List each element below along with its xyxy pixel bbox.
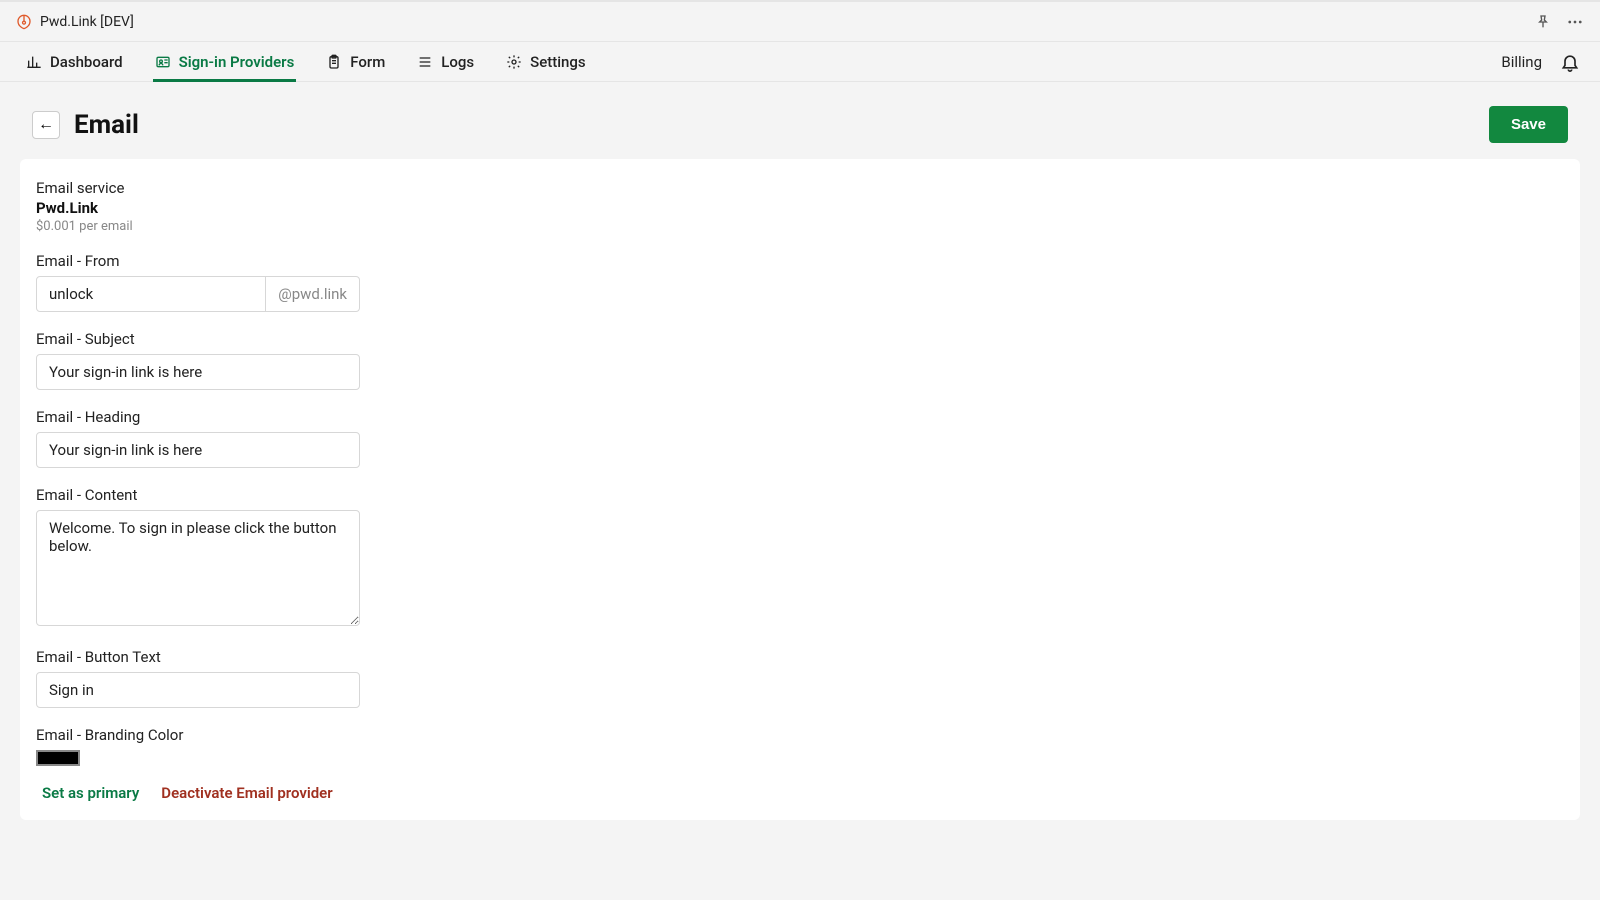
bell-icon[interactable] [1560,52,1580,72]
label-branding-color: Email - Branding Color [36,726,360,744]
input-email-button-text[interactable] [36,672,360,708]
label-email-heading: Email - Heading [36,408,360,426]
field-email-heading: Email - Heading [36,408,360,468]
field-email-button-text: Email - Button Text [36,648,360,708]
brand-icon [16,14,32,30]
email-from-domain-suffix: @pwd.link [266,276,360,312]
field-email-from: Email - From @pwd.link [36,252,360,312]
field-email-content: Email - Content [36,486,360,630]
set-as-primary-link[interactable]: Set as primary [42,784,139,802]
label-email-content: Email - Content [36,486,360,504]
more-icon[interactable] [1566,13,1584,31]
service-label: Email service [36,179,1564,197]
tab-dashboard[interactable]: Dashboard [10,42,139,81]
input-email-subject[interactable] [36,354,360,390]
tab-form[interactable]: Form [310,42,401,81]
service-price: $0.001 per email [36,219,1564,234]
billing-link[interactable]: Billing [1501,53,1542,71]
field-branding-color: Email - Branding Color [36,726,360,766]
email-provider-card: Email service Pwd.Link $0.001 per email … [20,159,1580,820]
save-button[interactable]: Save [1489,106,1568,143]
label-email-from: Email - From [36,252,360,270]
app-title: Pwd.Link [DEV] [40,14,134,30]
id-card-icon [155,54,171,70]
input-email-content[interactable] [36,510,360,626]
input-email-from[interactable] [36,276,266,312]
tab-label: Settings [530,53,586,71]
page-title: Email [74,110,139,140]
pin-icon[interactable] [1534,13,1552,31]
deactivate-provider-link[interactable]: Deactivate Email provider [161,784,332,802]
clipboard-icon [326,54,342,70]
field-email-subject: Email - Subject [36,330,360,390]
main-nav: Dashboard Sign-in Providers Form Logs [0,42,1600,82]
bar-chart-icon [26,54,42,70]
tab-label: Dashboard [50,53,123,71]
tab-logs[interactable]: Logs [401,42,490,81]
tab-signin-providers[interactable]: Sign-in Providers [139,42,311,81]
arrow-left-icon: ← [38,116,54,134]
label-email-button-text: Email - Button Text [36,648,360,666]
gear-icon [506,54,522,70]
tab-settings[interactable]: Settings [490,42,602,81]
service-name: Pwd.Link [36,199,1564,217]
branding-color-swatch[interactable] [36,750,80,766]
tab-label: Form [350,53,385,71]
label-email-subject: Email - Subject [36,330,360,348]
input-email-heading[interactable] [36,432,360,468]
tab-label: Logs [441,53,474,71]
page-header: ← Email Save [0,82,1600,159]
back-button[interactable]: ← [32,111,60,139]
window-strip: Pwd.Link [DEV] [0,0,1600,42]
list-icon [417,54,433,70]
tab-label: Sign-in Providers [179,53,295,71]
card-actions: Set as primary Deactivate Email provider [36,784,1564,802]
